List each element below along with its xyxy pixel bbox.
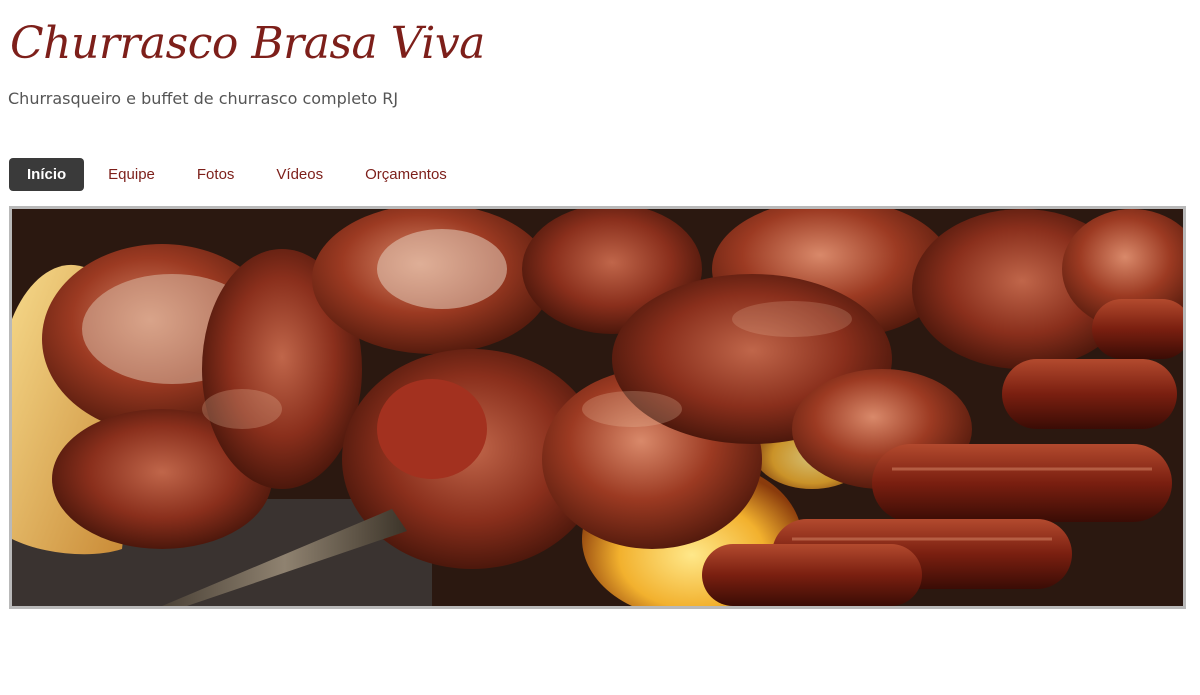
site-tagline: Churrasqueiro e buffet de churrasco comp… xyxy=(8,89,399,108)
main-nav: Início Equipe Fotos Vídeos Orçamentos xyxy=(9,158,465,191)
nav-item-inicio[interactable]: Início xyxy=(9,158,85,191)
nav-item-equipe[interactable]: Equipe xyxy=(90,158,173,191)
nav-item-fotos[interactable]: Fotos xyxy=(179,158,253,191)
hero-banner-image xyxy=(9,206,1186,609)
grilled-meat-picture xyxy=(12,209,1183,606)
nav-item-videos[interactable]: Vídeos xyxy=(258,158,341,191)
site-title[interactable]: Churrasco Brasa Viva xyxy=(10,18,485,69)
nav-item-orcamentos[interactable]: Orçamentos xyxy=(347,158,465,191)
